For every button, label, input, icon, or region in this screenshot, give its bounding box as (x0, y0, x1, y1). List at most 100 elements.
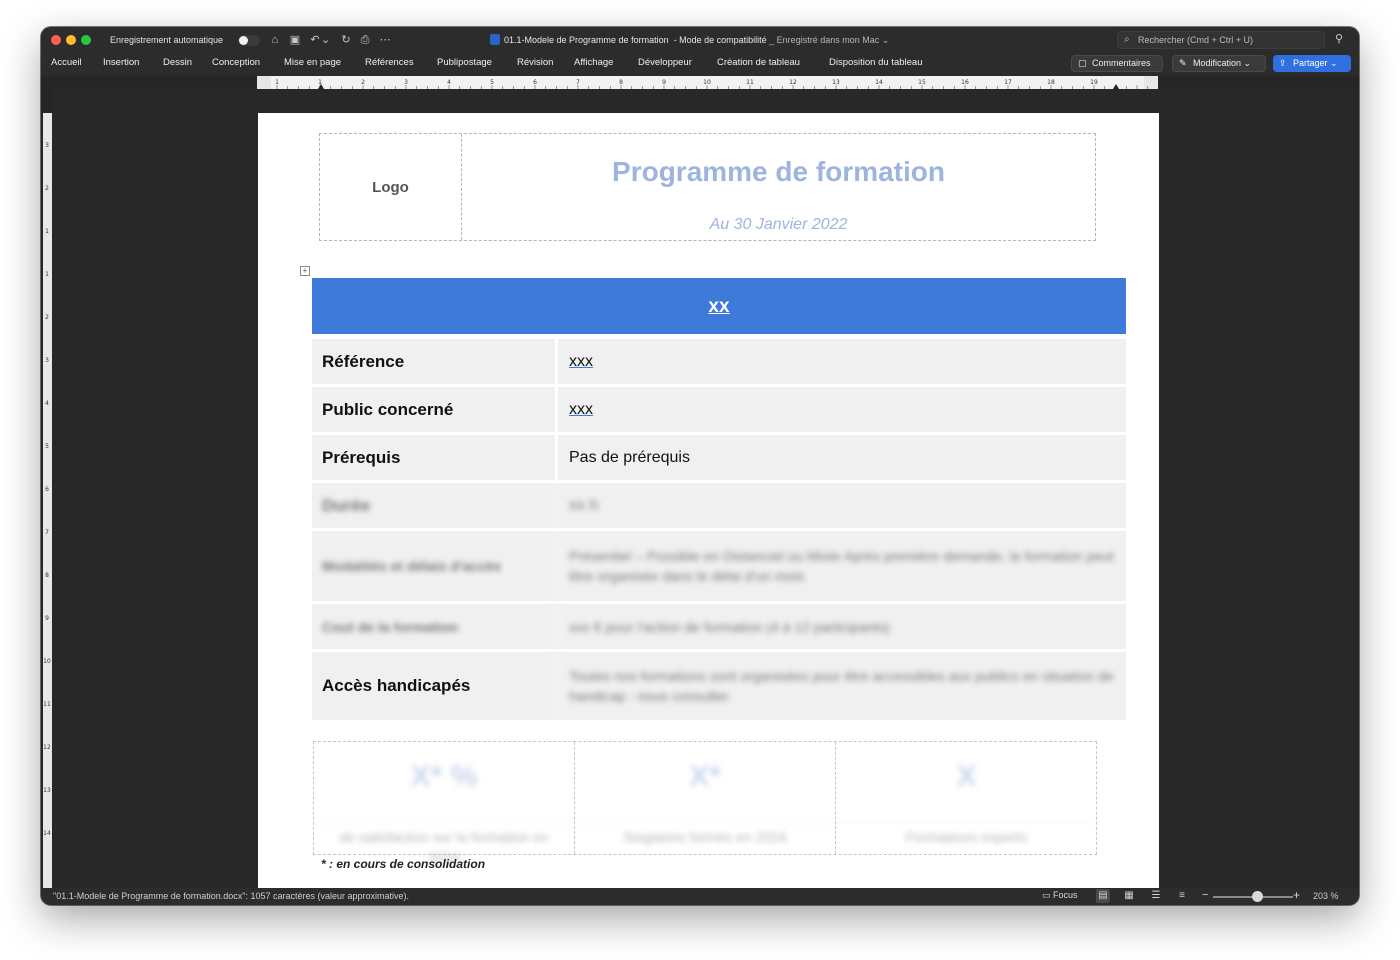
vruler-number: 13 (43, 787, 51, 794)
tab-developpeur[interactable]: Développeur (638, 57, 692, 68)
ruler-number: 12 (789, 79, 797, 86)
stat-formateurs[interactable]: X Formateurs experts (836, 742, 1097, 854)
footnote: * : en cours de consolidation (321, 857, 486, 871)
more-icon[interactable]: ⋯ (377, 32, 393, 48)
ruler-number: 9 (662, 79, 666, 86)
tab-creation-tableau[interactable]: Création de tableau (717, 57, 800, 68)
close-window-button[interactable] (51, 35, 61, 45)
tab-insertion[interactable]: Insertion (103, 57, 139, 68)
word-count-status[interactable]: "01.1-Modele de Programme de formation.d… (53, 891, 409, 901)
ruler-number: 14 (875, 79, 883, 86)
edit-label: Modification ⌄ (1193, 58, 1252, 68)
header-table[interactable]: Logo Programme de formation Au 30 Janvie… (319, 133, 1096, 241)
tab-publipostage[interactable]: Publipostage (437, 57, 492, 68)
ruler-number: 2 (361, 79, 365, 86)
ruler-ticks: 1 1 2 3 4 5 6 7 8 9 10 11 12 13 14 15 16 17 18 19 (275, 79, 1149, 89)
tab-disposition-tableau[interactable]: Disposition du tableau (829, 57, 922, 68)
ribbon-tabs: Accueil Insertion Dessin Conception Mise… (41, 53, 1359, 75)
table-row-cout[interactable]: Cout de la formation xxx € pour l'action… (312, 604, 1126, 649)
vruler-number: 4 (45, 400, 49, 407)
page-date: Au 30 Janvier 2022 (709, 216, 848, 233)
compat-mode: - Mode de compatibilité (673, 35, 767, 45)
print-layout-icon[interactable]: ▤ (1096, 889, 1110, 903)
tab-revision[interactable]: Révision (517, 57, 553, 68)
home-icon[interactable]: ⌂ (267, 32, 283, 48)
table-move-handle[interactable]: + (300, 266, 310, 276)
stat-caption: Stagiaires formés en 2024 (575, 822, 835, 847)
undo-dropdown-icon[interactable]: ⌄ (321, 32, 330, 48)
tab-references[interactable]: Références (365, 57, 414, 68)
ruler-number: 19 (1090, 79, 1098, 86)
zoom-slider-handle[interactable] (1252, 891, 1263, 902)
title-bar: Enregistrement automatique ⌂ ▣ ↶ ⌄ ↻ ⎙ ⋯… (41, 27, 1359, 53)
share-icon: ⇪ (1279, 58, 1287, 68)
focus-icon: ▭ (1042, 890, 1054, 900)
vruler-number: 14 (43, 830, 51, 837)
row-label: Cout de la formation (322, 618, 459, 635)
vruler-number: 10 (43, 658, 51, 665)
editing-mode-button[interactable]: ✎ Modification ⌄ (1172, 55, 1266, 72)
status-bar: "01.1-Modele de Programme de formation.d… (41, 888, 1359, 905)
focus-button[interactable]: ▭ Focus (1042, 890, 1078, 901)
vruler-number: 1 (45, 271, 49, 278)
draft-view-icon[interactable]: ≡ (1175, 889, 1189, 903)
document-canvas[interactable]: Logo Programme de formation Au 30 Janvie… (53, 89, 1359, 888)
row-label: Prérequis (322, 447, 401, 467)
vruler-number: 5 (45, 443, 49, 450)
web-layout-icon[interactable]: ▦ (1122, 889, 1136, 903)
row-label: Modalités et délais d'accès (322, 558, 502, 574)
stat-stagiaires[interactable]: X* Stagiaires formés en 2024 (575, 742, 836, 854)
logo-placeholder: Logo (320, 134, 462, 240)
minimize-window-button[interactable] (66, 35, 76, 45)
redo-icon[interactable]: ↻ (338, 32, 354, 48)
autosave-toggle[interactable] (238, 35, 260, 46)
tab-mise-en-page[interactable]: Mise en page (284, 57, 341, 68)
search-icon: ⌕ (1124, 34, 1130, 45)
document-page[interactable]: Logo Programme de formation Au 30 Janvie… (258, 113, 1159, 888)
table-banner[interactable]: xx (312, 278, 1126, 334)
table-row-public[interactable]: Public concerné xxx (312, 387, 1126, 432)
horizontal-ruler[interactable]: 1 1 2 3 4 5 6 7 8 9 10 11 12 13 14 15 16 17 18 19 (41, 76, 1359, 89)
share-label: Partager ⌄ (1293, 58, 1338, 68)
vruler-number: 7 (45, 529, 49, 536)
document-title[interactable]: 01.1-Modele de Programme de formation - … (490, 34, 889, 46)
share-button[interactable]: ⇪ Partager ⌄ (1273, 55, 1351, 72)
save-icon[interactable]: ▣ (287, 32, 303, 48)
search-input[interactable]: ⌕ Rechercher (Cmd + Ctrl + U) (1117, 31, 1325, 49)
vertical-ruler[interactable]: 3 2 1 1 2 3 4 5 6 7 8 9 10 11 12 13 14 (41, 89, 53, 889)
zoom-level[interactable]: 203 % (1313, 891, 1339, 901)
zoom-out-button[interactable]: − (1202, 889, 1208, 901)
comments-label: Commentaires (1092, 58, 1151, 68)
table-row-reference[interactable]: Référence xxx (312, 339, 1126, 384)
stat-satisfaction[interactable]: X* % de satisfaction sur la formation en… (314, 742, 575, 865)
vruler-number: 12 (43, 744, 51, 751)
tab-affichage[interactable]: Affichage (574, 57, 613, 68)
table-row-duree[interactable]: Durée xx h (312, 483, 1126, 528)
vruler-number: 3 (45, 357, 49, 364)
zoom-in-button[interactable]: + (1293, 888, 1300, 902)
table-row-handicap[interactable]: Accès handicapés Toutes nos formations s… (312, 652, 1126, 720)
ruler-number: 16 (961, 79, 969, 86)
vruler-number: 8 (45, 572, 49, 579)
ruler-number: 10 (703, 79, 711, 86)
tab-accueil[interactable]: Accueil (51, 57, 82, 68)
banner-text: xx (708, 296, 730, 317)
maximize-window-button[interactable] (81, 35, 91, 45)
row-value: Pas de prérequis (555, 435, 1126, 480)
stats-table[interactable]: X* % de satisfaction sur la formation en… (313, 741, 1097, 865)
table-row-prerequis[interactable]: Prérequis Pas de prérequis (312, 435, 1126, 480)
stat-value: X (956, 760, 977, 793)
stat-caption: Formateurs experts (836, 822, 1097, 847)
comment-icon: ▢ (1078, 58, 1087, 68)
pencil-icon: ✎ (1179, 58, 1187, 68)
tab-dessin[interactable]: Dessin (163, 57, 192, 68)
vruler-number: 11 (43, 701, 51, 708)
ruler-number: 7 (576, 79, 580, 86)
tab-conception[interactable]: Conception (212, 57, 260, 68)
collaborate-icon[interactable]: ⚲ (1335, 32, 1349, 46)
comments-button[interactable]: ▢ Commentaires (1071, 55, 1163, 72)
autosave-label: Enregistrement automatique (110, 35, 224, 45)
outline-view-icon[interactable]: ☰ (1149, 889, 1163, 903)
table-row-modalites[interactable]: Modalités et délais d'accès Présentiel –… (312, 531, 1126, 601)
print-icon[interactable]: ⎙ (357, 32, 373, 48)
